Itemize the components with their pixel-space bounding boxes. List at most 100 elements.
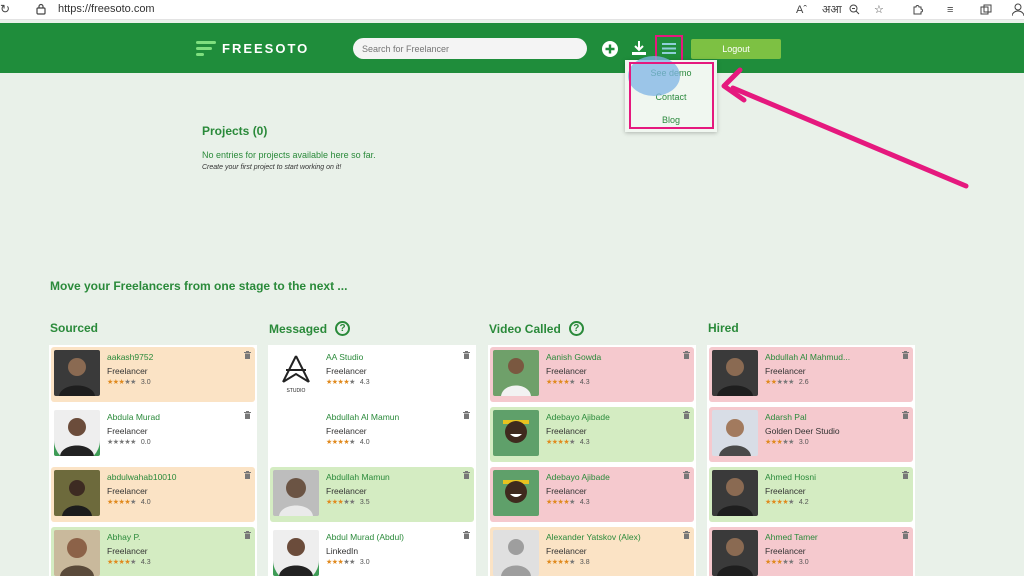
star-rating: ★★★★★ 3.8: [546, 559, 590, 566]
freelancer-name[interactable]: Aanish Gowda: [546, 352, 601, 362]
rating-value: 3.0: [798, 439, 809, 446]
address-bar[interactable]: https://freesoto.com: [58, 3, 155, 15]
read-aloud-icon[interactable]: Aˆ: [796, 2, 807, 18]
freelancer-name[interactable]: Adebayo Ajibade: [546, 412, 610, 422]
freelancer-card[interactable]: Ahmed Tamer Freelancer ★★★★★ 3.0: [709, 527, 913, 576]
freelancer-role: Freelancer: [546, 366, 587, 376]
trash-icon[interactable]: [463, 351, 470, 359]
download-icon[interactable]: [630, 39, 648, 57]
column-messaged: STUDIO AA Studio Freelancer ★★★★★ 4.3 Abd…: [268, 345, 476, 576]
trash-icon[interactable]: [463, 411, 470, 419]
column-hired: Abdullah Al Mahmud... Freelancer ★★★★★ 2.…: [707, 345, 915, 576]
help-icon[interactable]: ?: [568, 321, 584, 336]
freelancer-card[interactable]: abdulwahab10010 Freelancer ★★★★★ 4.0: [51, 467, 255, 522]
freelancer-role: Freelancer: [326, 426, 367, 436]
freelancer-card[interactable]: Abdullah Al Mahmud... Freelancer ★★★★★ 2.…: [709, 347, 913, 402]
freelancer-name[interactable]: Abdullah Al Mamun: [326, 412, 399, 422]
search-input[interactable]: [353, 38, 587, 59]
freelancer-card[interactable]: aakash9752 Freelancer ★★★★★ 3.0: [51, 347, 255, 402]
freelancer-name[interactable]: Ahmed Hosni: [765, 472, 816, 482]
projects-empty-text: No entries for projects available here s…: [202, 150, 376, 160]
freelancer-card[interactable]: Aanish Gowda Freelancer ★★★★★ 4.3: [490, 347, 694, 402]
avatar: STUDIO: [273, 350, 319, 396]
freelancer-card[interactable]: Adebayo Ajibade Freelancer ★★★★★ 4.3: [490, 467, 694, 522]
freelancer-card[interactable]: Alexander Yatskov (Alex) Freelancer ★★★★…: [490, 527, 694, 576]
freelancer-role: Freelancer: [107, 546, 148, 556]
avatar: [54, 470, 100, 516]
star-rating: ★★★★★ 3.0: [765, 439, 809, 446]
freelancer-name[interactable]: AA Studio: [326, 352, 363, 362]
freelancer-name[interactable]: Adarsh Pal: [765, 412, 807, 422]
trash-icon[interactable]: [683, 411, 690, 419]
freelancer-card[interactable]: Ahmed Hosni Freelancer ★★★★★ 4.2: [709, 467, 913, 522]
rating-value: 2.6: [798, 379, 809, 386]
freelancer-role: Freelancer: [765, 366, 806, 376]
trash-icon[interactable]: [683, 471, 690, 479]
freelancer-role: LinkedIn: [326, 546, 359, 556]
rating-value: 4.2: [798, 499, 809, 506]
freelancer-name[interactable]: aakash9752: [107, 352, 153, 362]
avatar: [712, 410, 758, 456]
trash-icon[interactable]: [683, 351, 690, 359]
trash-icon[interactable]: [244, 411, 251, 419]
trash-icon[interactable]: [902, 351, 909, 359]
freelancer-role: Freelancer: [546, 486, 587, 496]
avatar: [54, 350, 100, 396]
zoom-icon[interactable]: [849, 4, 860, 15]
star-rating: ★★★★★ 3.0: [765, 559, 809, 566]
freelancer-card[interactable]: STUDIO AA Studio Freelancer ★★★★★ 4.3: [270, 347, 474, 402]
pipeline-heading: Move your Freelancers from one stage to …: [50, 279, 348, 293]
freelancer-name[interactable]: Abdul Murad (Abdul): [326, 532, 404, 542]
avatar: [273, 530, 319, 576]
freelancer-name[interactable]: Ahmed Tamer: [765, 532, 818, 542]
column-video-called: Aanish Gowda Freelancer ★★★★★ 4.3 Adebayo…: [488, 345, 696, 576]
profile-icon[interactable]: [1012, 3, 1024, 16]
favorites-bar-icon[interactable]: ≡: [947, 2, 953, 18]
trash-icon[interactable]: [463, 471, 470, 479]
rating-value: 3.0: [140, 379, 151, 386]
translate-icon[interactable]: अआ: [822, 2, 842, 18]
trash-icon[interactable]: [463, 531, 470, 539]
star-rating: ★★★★★ 4.0: [107, 499, 151, 506]
trash-icon[interactable]: [902, 531, 909, 539]
trash-icon[interactable]: [902, 411, 909, 419]
trash-icon[interactable]: [244, 471, 251, 479]
avatar: [493, 530, 539, 576]
freelancer-role: Freelancer: [107, 486, 148, 496]
trash-icon[interactable]: [244, 351, 251, 359]
freelancer-name[interactable]: abdulwahab10010: [107, 472, 176, 482]
freelancer-name[interactable]: Abdullah Mamun: [326, 472, 390, 482]
help-icon[interactable]: ?: [335, 321, 351, 336]
freelancer-card[interactable]: Abdullah Al Mamun Freelancer ★★★★★ 4.0: [270, 407, 474, 462]
freelancer-name[interactable]: Alexander Yatskov (Alex): [546, 532, 641, 542]
favorite-icon[interactable]: ☆: [874, 2, 884, 18]
freelancer-card[interactable]: Abdullah Mamun Freelancer ★★★★★ 3.5: [270, 467, 474, 522]
extensions-icon[interactable]: [912, 3, 924, 15]
freelancer-name[interactable]: Abdullah Al Mahmud...: [765, 352, 850, 362]
star-rating: ★★★★★ 3.0: [326, 559, 370, 566]
add-icon[interactable]: [601, 40, 619, 58]
freelancer-card[interactable]: Adebayo Ajibade Freelancer ★★★★★ 4.3: [490, 407, 694, 462]
freelancer-card[interactable]: Abhay P. Freelancer ★★★★★ 4.3: [51, 527, 255, 576]
freelancer-name[interactable]: Abdula Murad: [107, 412, 160, 422]
freelancer-card[interactable]: Abdula Murad Freelancer ★★★★★ 0.0: [51, 407, 255, 462]
trash-icon[interactable]: [244, 531, 251, 539]
trash-icon[interactable]: [683, 531, 690, 539]
browser-toolbar: ↻ https://freesoto.com Aˆ अआ ☆ ≡: [0, 0, 1024, 20]
avatar: [712, 530, 758, 576]
freelancer-card[interactable]: Abdul Murad (Abdul) LinkedIn ★★★★★ 3.0: [270, 527, 474, 576]
column-title-video-called: Video Called?: [489, 321, 584, 336]
reload-icon[interactable]: ↻: [0, 2, 10, 16]
svg-text:STUDIO: STUDIO: [287, 388, 306, 394]
collections-icon[interactable]: [980, 4, 992, 16]
trash-icon[interactable]: [902, 471, 909, 479]
freelancer-card[interactable]: Adarsh Pal Golden Deer Studio ★★★★★ 3.0: [709, 407, 913, 462]
freelancer-name[interactable]: Abhay P.: [107, 532, 140, 542]
freelancer-name[interactable]: Adebayo Ajibade: [546, 472, 610, 482]
logo-text: FREESOTO: [222, 40, 310, 56]
freelancer-role: Freelancer: [765, 486, 806, 496]
freesoto-logo[interactable]: FREESOTO: [196, 40, 309, 56]
logout-button[interactable]: Logout: [691, 39, 781, 59]
avatar: [273, 470, 319, 516]
rating-value: 4.3: [579, 499, 590, 506]
